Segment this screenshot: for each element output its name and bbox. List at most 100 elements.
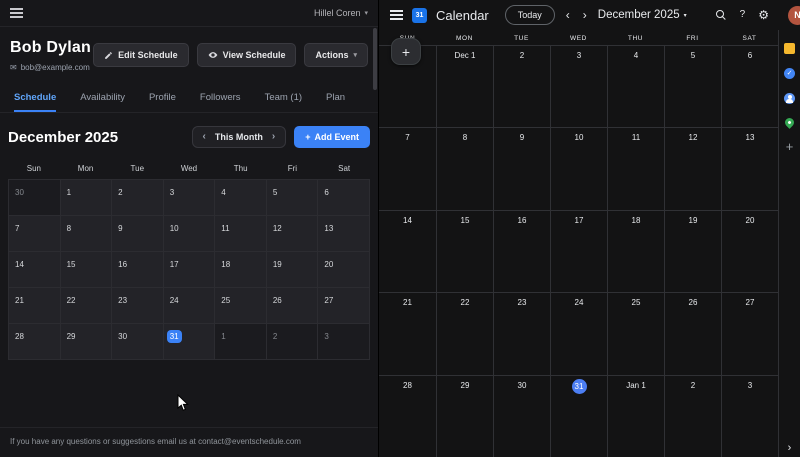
maps-icon[interactable]: [783, 116, 796, 129]
scrollbar[interactable]: [373, 28, 377, 90]
left-calendar-day-cell[interactable]: 4: [215, 180, 267, 216]
gcal-day-cell[interactable]: Dec 1: [436, 45, 493, 127]
tab-availability[interactable]: Availability: [80, 86, 125, 112]
left-calendar-day-cell[interactable]: 3: [318, 324, 370, 360]
edit-schedule-button[interactable]: Edit Schedule: [93, 43, 189, 67]
left-calendar-day-cell[interactable]: 7: [9, 216, 61, 252]
left-calendar-day-cell[interactable]: 25: [215, 288, 267, 324]
gcal-day-cell[interactable]: Jan 1: [607, 375, 664, 457]
left-calendar-day-cell[interactable]: 28: [9, 324, 61, 360]
left-calendar-day-cell[interactable]: 31: [164, 324, 216, 360]
gcal-day-cell[interactable]: 24: [550, 292, 607, 374]
user-menu[interactable]: Hillel Coren ▾: [314, 8, 368, 18]
gcal-day-cell[interactable]: 29: [436, 375, 493, 457]
gcal-day-cell[interactable]: 17: [550, 210, 607, 292]
left-calendar-day-cell[interactable]: 9: [112, 216, 164, 252]
left-calendar-day-cell[interactable]: 17: [164, 252, 216, 288]
gcal-day-cell[interactable]: 9: [493, 127, 550, 209]
left-calendar-day-cell[interactable]: 29: [61, 324, 113, 360]
tab-profile[interactable]: Profile: [149, 86, 176, 112]
prev-period-icon[interactable]: ‹: [564, 9, 572, 21]
left-calendar-day-cell[interactable]: 22: [61, 288, 113, 324]
gcal-day-cell[interactable]: 12: [664, 127, 721, 209]
current-month-selector[interactable]: December 2025 ▾: [598, 9, 687, 21]
gcal-day-cell[interactable]: 31: [550, 375, 607, 457]
today-button[interactable]: Today: [505, 5, 555, 25]
gcal-day-cell[interactable]: 25: [607, 292, 664, 374]
tab-team-1[interactable]: Team (1): [265, 86, 302, 112]
gcal-day-cell[interactable]: 16: [493, 210, 550, 292]
gcal-day-cell[interactable]: 2: [493, 45, 550, 127]
gcal-day-cell[interactable]: 28: [379, 375, 436, 457]
this-month-button[interactable]: This Month: [215, 132, 263, 142]
tasks-icon[interactable]: ✓: [784, 68, 795, 79]
actions-button[interactable]: Actions ▾: [304, 43, 368, 67]
left-calendar-day-cell[interactable]: 16: [112, 252, 164, 288]
left-calendar-day-cell[interactable]: 14: [9, 252, 61, 288]
left-calendar-day-cell[interactable]: 12: [267, 216, 319, 252]
gcal-day-cell[interactable]: 5: [664, 45, 721, 127]
main-menu-icon[interactable]: [390, 14, 403, 16]
gcal-day-cell[interactable]: 8: [436, 127, 493, 209]
left-calendar-day-cell[interactable]: 2: [112, 180, 164, 216]
prev-month-icon[interactable]: ‹: [203, 132, 206, 142]
left-calendar-day-cell[interactable]: 30: [9, 180, 61, 216]
next-month-icon[interactable]: ›: [272, 132, 275, 142]
left-calendar-day-cell[interactable]: 15: [61, 252, 113, 288]
gcal-day-cell[interactable]: 22: [436, 292, 493, 374]
left-calendar-day-cell[interactable]: 27: [318, 288, 370, 324]
menu-icon[interactable]: [10, 12, 23, 14]
left-calendar-day-cell[interactable]: 19: [267, 252, 319, 288]
left-calendar-day-cell[interactable]: 8: [61, 216, 113, 252]
gcal-day-cell[interactable]: 13: [721, 127, 778, 209]
settings-icon[interactable]: ⚙: [758, 9, 769, 21]
search-icon[interactable]: [716, 10, 727, 21]
left-calendar-day-cell[interactable]: 23: [112, 288, 164, 324]
left-calendar-day-cell[interactable]: 13: [318, 216, 370, 252]
expand-panel-icon[interactable]: ›: [779, 442, 800, 454]
gcal-day-cell[interactable]: 7: [379, 127, 436, 209]
gcal-day-cell[interactable]: 18: [607, 210, 664, 292]
help-icon[interactable]: ?: [740, 10, 746, 20]
left-calendar-day-cell[interactable]: 20: [318, 252, 370, 288]
gcal-day-cell[interactable]: 3: [550, 45, 607, 127]
gcal-day-cell[interactable]: 14: [379, 210, 436, 292]
view-schedule-button[interactable]: View Schedule: [197, 43, 297, 67]
left-calendar-day-cell[interactable]: 26: [267, 288, 319, 324]
gcal-day-cell[interactable]: 4: [607, 45, 664, 127]
left-calendar-day-cell[interactable]: 21: [9, 288, 61, 324]
create-event-button[interactable]: +: [391, 38, 421, 65]
gcal-day-cell[interactable]: 3: [721, 375, 778, 457]
left-calendar-day-cell[interactable]: 24: [164, 288, 216, 324]
gcal-day-cell[interactable]: 30: [493, 375, 550, 457]
left-calendar-day-cell[interactable]: 2: [267, 324, 319, 360]
tab-followers[interactable]: Followers: [200, 86, 241, 112]
left-calendar-day-cell[interactable]: 18: [215, 252, 267, 288]
left-calendar-day-cell[interactable]: 11: [215, 216, 267, 252]
gcal-day-cell[interactable]: 27: [721, 292, 778, 374]
tab-schedule[interactable]: Schedule: [14, 86, 56, 112]
keep-icon[interactable]: [784, 43, 795, 54]
gcal-day-cell[interactable]: 11: [607, 127, 664, 209]
gcal-day-cell[interactable]: 10: [550, 127, 607, 209]
contacts-icon[interactable]: [784, 93, 795, 104]
next-period-icon[interactable]: ›: [581, 9, 589, 21]
gcal-day-cell[interactable]: 21: [379, 292, 436, 374]
left-calendar-day-cell[interactable]: 10: [164, 216, 216, 252]
gcal-day-cell[interactable]: 2: [664, 375, 721, 457]
left-calendar-day-cell[interactable]: 5: [267, 180, 319, 216]
avatar[interactable]: N: [788, 6, 800, 25]
left-calendar-day-cell[interactable]: 6: [318, 180, 370, 216]
left-calendar-day-cell[interactable]: 30: [112, 324, 164, 360]
gcal-day-cell[interactable]: 26: [664, 292, 721, 374]
add-event-button[interactable]: + Add Event: [294, 126, 370, 148]
gcal-day-cell[interactable]: 15: [436, 210, 493, 292]
gcal-day-cell[interactable]: 20: [721, 210, 778, 292]
gcal-day-cell[interactable]: 23: [493, 292, 550, 374]
left-calendar-day-cell[interactable]: 1: [61, 180, 113, 216]
left-calendar-day-cell[interactable]: 3: [164, 180, 216, 216]
tab-plan[interactable]: Plan: [326, 86, 345, 112]
left-calendar-day-cell[interactable]: 1: [215, 324, 267, 360]
get-addons-icon[interactable]: +: [784, 141, 795, 152]
gcal-day-cell[interactable]: 6: [721, 45, 778, 127]
